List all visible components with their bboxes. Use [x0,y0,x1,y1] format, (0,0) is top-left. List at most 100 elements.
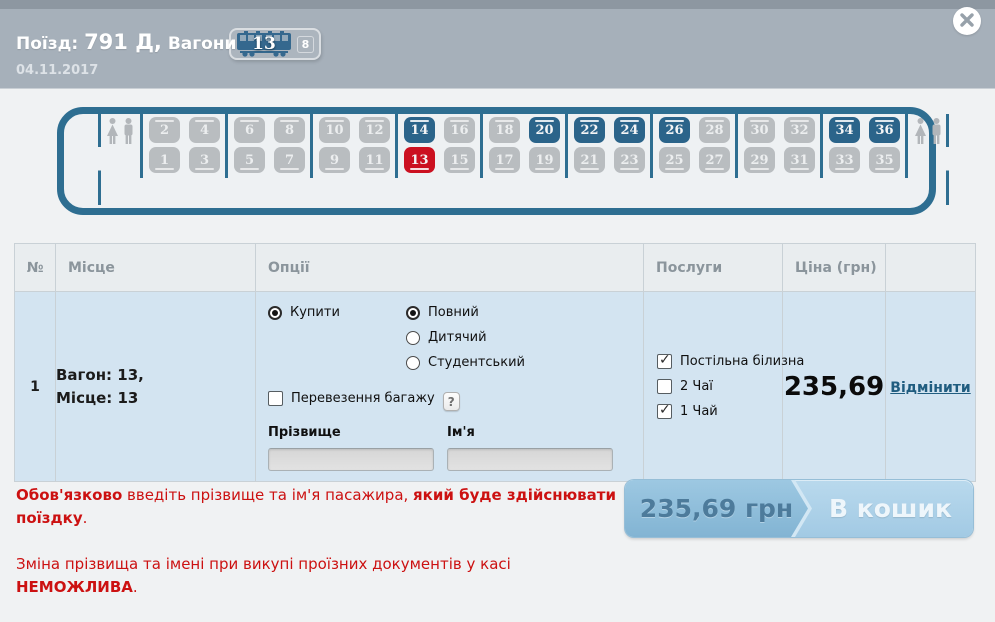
seat-3[interactable]: 3 [189,147,220,173]
seat-8[interactable]: 8 [274,117,305,143]
compartment: 34 33 36 35 [820,114,908,178]
service-label-two-teas: 2 Чаї [680,379,713,394]
compartment: 26 25 28 27 [650,114,735,178]
seat-13[interactable]: 13 [404,147,435,173]
seat-15[interactable]: 15 [444,147,475,173]
tariff-radio-child[interactable] [406,331,420,345]
col-header-options: Опції [256,244,644,292]
tariff-radio-full[interactable] [406,306,420,320]
seat-16[interactable]: 16 [444,117,475,143]
surname-label: Прізвище [268,425,434,440]
place-line2: Місце: 13 [56,387,255,410]
compartments: 2143658710912111413161518172019222124232… [140,114,908,178]
seat-5[interactable]: 5 [234,147,265,173]
seat-34[interactable]: 34 [829,117,860,143]
seat-33[interactable]: 33 [829,147,860,173]
warning-required: Обов'язково введіть прізвище та ім'я пас… [16,484,616,530]
name-input[interactable] [447,448,613,471]
compartment: 2 14 3 [140,114,225,178]
tariff-radio-student-label: Студентський [428,355,525,370]
seat-36[interactable]: 36 [869,117,900,143]
wc-icon-right [914,118,943,145]
dialog-header: Поїзд: 791 Д, Вагони: 04.11.2017 [0,0,995,89]
service-label-one-tea: 1 Чай [680,404,718,419]
seat-7[interactable]: 7 [274,147,305,173]
seat-6[interactable]: 6 [234,117,265,143]
wagon-button-other[interactable]: 8 [297,36,314,53]
seat-4[interactable]: 4 [189,117,220,143]
dialog-title: Поїзд: 791 Д, Вагони: [16,30,243,54]
seat-27[interactable]: 27 [699,147,730,173]
seat-30[interactable]: 30 [744,117,775,143]
seat-12[interactable]: 12 [359,117,390,143]
basket-label: В кошик [808,480,973,537]
date-label: 04.11.2017 [16,63,98,78]
wagon-selector: 13 8 [229,28,321,60]
seat-26[interactable]: 26 [659,117,690,143]
warning-required-text: введіть прізвище та ім'я пасажира, [122,486,413,504]
cancel-link[interactable]: Відмінити [890,380,970,396]
table-row: 1 Вагон: 13, Місце: 13 Купити [15,292,976,482]
booking-table: № Місце Опції Послуги Ціна (грн) 1 Вагон… [14,243,976,482]
close-button[interactable] [953,7,981,35]
seat-17[interactable]: 17 [489,147,520,173]
seat-23[interactable]: 23 [614,147,645,173]
baggage-checkbox[interactable] [268,391,283,406]
seat-22[interactable]: 22 [574,117,605,143]
seat-29[interactable]: 29 [744,147,775,173]
add-to-basket-button[interactable]: 235,69 грн В кошик [625,480,973,537]
tariff-radio-full-label: Повний [428,305,479,320]
surname-input[interactable] [268,448,434,471]
seat-9[interactable]: 9 [319,147,350,173]
close-icon [960,12,974,31]
baggage-checkbox-label: Перевезення багажу [291,391,435,406]
col-header-price: Ціна (грн) [783,244,886,292]
wagon-button-selected[interactable]: 13 [236,31,292,57]
door-divider-right [946,114,949,205]
options-cell: Купити Повний Дитячий [256,292,644,482]
service-checkbox-linen[interactable] [657,354,672,369]
seat-2[interactable]: 2 [149,117,180,143]
train-number: 791 Д, [84,30,162,54]
seat-31[interactable]: 31 [784,147,815,173]
service-checkbox-one-tea[interactable] [657,404,672,419]
help-button[interactable]: ? [443,392,460,411]
col-header-services: Послуги [644,244,783,292]
warning-change-bold: НЕМОЖЛИВА [16,578,133,596]
seat-10[interactable]: 10 [319,117,350,143]
seat-18[interactable]: 18 [489,117,520,143]
wagon-seat-map: 2143658710912111413161518172019222124232… [57,107,936,215]
compartment: 6 58 7 [225,114,310,178]
place-line1: Вагон: 13, [56,364,255,387]
warning-required-bold1: Обов'язково [16,486,122,504]
wagon-dialog: Поїзд: 791 Д, Вагони: 04.11.2017 [0,0,995,620]
price-value: 235,69 [783,292,886,482]
warning-change-period: . [133,578,138,596]
seat-11[interactable]: 11 [359,147,390,173]
car-end-right [908,114,929,208]
seat-20[interactable]: 20 [529,117,560,143]
seat-1[interactable]: 1 [149,147,180,173]
seat-24[interactable]: 24 [614,117,645,143]
basket-price: 235,69 грн [625,480,808,537]
buy-radio[interactable] [268,306,282,320]
seat-14[interactable]: 14 [404,117,435,143]
tariff-radio-child-label: Дитячий [428,330,487,345]
services-cell: Постільна білизна 2 Чаї 1 Чай [644,292,783,482]
service-label-linen: Постільна білизна [680,354,804,369]
seat-28[interactable]: 28 [699,117,730,143]
place-cell: Вагон: 13, Місце: 13 [56,292,256,482]
car-end-left [64,114,140,208]
selected-wagon-number: 13 [236,32,292,56]
seat-21[interactable]: 21 [574,147,605,173]
seat-32[interactable]: 32 [784,117,815,143]
service-checkbox-two-teas[interactable] [657,379,672,394]
seat-19[interactable]: 19 [529,147,560,173]
warning-change-text: Зміна прізвища та імені при викупі проїз… [16,555,511,573]
tariff-radio-student[interactable] [406,356,420,370]
name-label: Ім'я [447,425,613,440]
seat-35[interactable]: 35 [869,147,900,173]
train-label: Поїзд: [16,34,78,54]
seat-25[interactable]: 25 [659,147,690,173]
row-number: 1 [15,292,56,482]
